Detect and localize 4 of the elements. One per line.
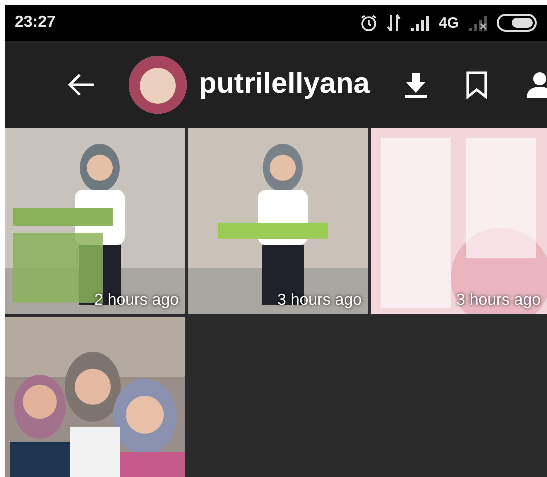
network-type: 4G xyxy=(438,14,459,32)
story-time: 3 hours ago xyxy=(456,292,541,310)
status-time: 23:27 xyxy=(15,14,57,32)
username: putrilellyana xyxy=(199,68,370,102)
